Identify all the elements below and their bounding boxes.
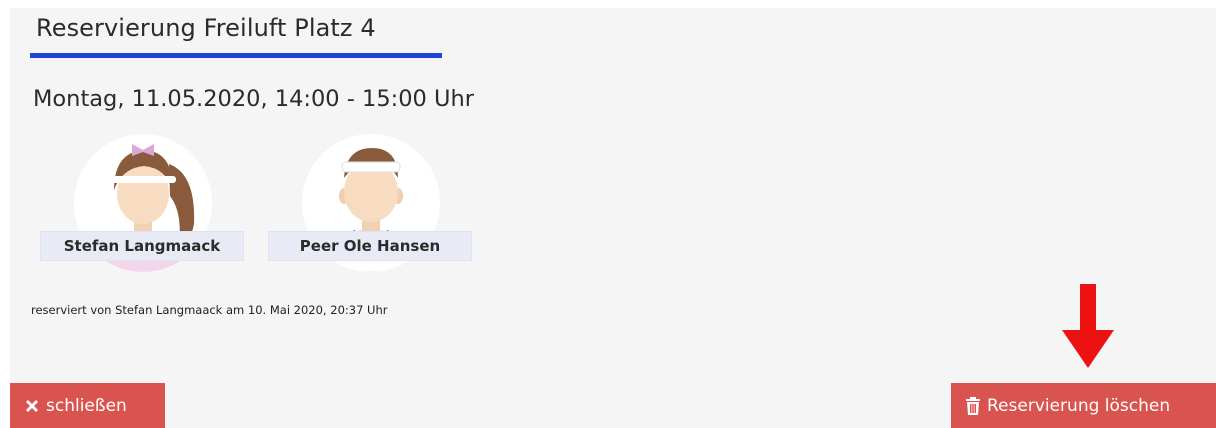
player-card: Stefan Langmaack bbox=[40, 134, 244, 272]
title-underline bbox=[30, 53, 442, 58]
trash-icon bbox=[965, 396, 981, 415]
reservation-datetime: Montag, 11.05.2020, 14:00 - 15:00 Uhr bbox=[33, 86, 475, 112]
player-name: Stefan Langmaack bbox=[40, 231, 244, 261]
player-name: Peer Ole Hansen bbox=[268, 231, 472, 261]
dialog-title: Reservierung Freiluft Platz 4 bbox=[36, 14, 376, 42]
close-x-icon bbox=[24, 398, 40, 414]
player-card: Peer Ole Hansen bbox=[268, 134, 472, 272]
down-arrow-icon bbox=[1062, 284, 1114, 368]
delete-button-label: Reservierung löschen bbox=[987, 395, 1171, 416]
reserved-by-info: reserviert von Stefan Langmaack am 10. M… bbox=[31, 303, 388, 317]
close-button-label: schließen bbox=[46, 395, 127, 416]
delete-reservation-button[interactable]: Reservierung löschen bbox=[951, 383, 1216, 428]
close-button[interactable]: schließen bbox=[10, 383, 165, 428]
